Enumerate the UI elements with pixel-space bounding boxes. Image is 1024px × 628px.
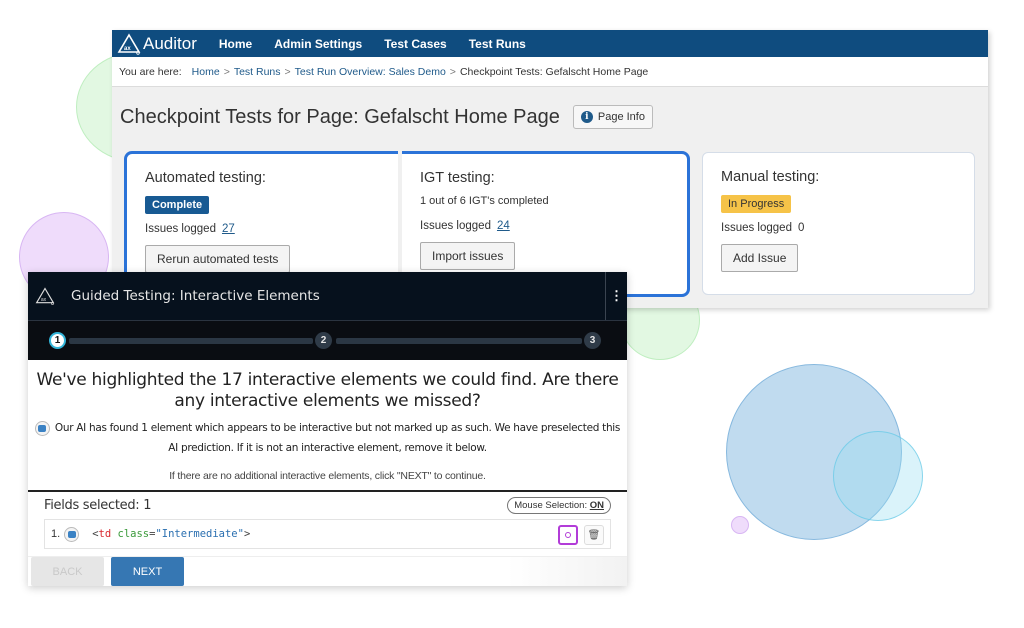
breadcrumb: You are here: Home > Test Runs > Test Ru… (112, 57, 988, 87)
status-badge-in-progress: In Progress (721, 195, 792, 213)
issues-label: Issues logged (721, 222, 792, 234)
guided-testing-body: We've highlighted the 17 interactive ele… (28, 360, 627, 482)
import-issues-button[interactable]: Import issues (420, 242, 516, 270)
guided-testing-header: ax Guided Testing: Interactive Elements … (28, 272, 627, 320)
breadcrumb-test-runs[interactable]: Test Runs (234, 66, 281, 78)
page-title: Checkpoint Tests for Page: Gefalscht Hom… (120, 105, 560, 128)
issues-label: Issues logged (420, 220, 491, 232)
status-badge-complete: Complete (145, 196, 210, 214)
next-button[interactable]: NEXT (111, 557, 184, 586)
manual-testing-card: Manual testing: In Progress Issues logge… (702, 152, 975, 295)
code-tag: td (98, 528, 112, 540)
code-value: "Intermediate" (155, 528, 244, 540)
guided-testing-title: Guided Testing: Interactive Elements (71, 288, 320, 304)
card-title: Manual testing: (721, 169, 820, 185)
mouse-selection-value: ON (589, 500, 604, 511)
issues-count: 0 (797, 222, 805, 234)
auditor-logo[interactable]: ax Auditor (117, 32, 197, 55)
page-title-row: Checkpoint Tests for Page: Gefalscht Hom… (112, 87, 988, 137)
issues-logged: Issues logged 24 (420, 220, 669, 232)
ai-robot-icon (64, 526, 80, 542)
code-bracket: > (243, 528, 251, 540)
field-number: 1. (51, 528, 61, 540)
field-list-item: 1. <td class="Intermediate"> 🗑 (44, 519, 611, 549)
rerun-automated-tests-button[interactable]: Rerun automated tests (145, 245, 291, 273)
field-code: <td class="Intermediate"> (92, 528, 250, 540)
decorative-bubble (731, 516, 749, 534)
target-icon (565, 532, 571, 538)
mouse-selection-label: Mouse Selection: (514, 500, 588, 511)
issues-count-link[interactable]: 27 (222, 223, 235, 235)
breadcrumb-home[interactable]: Home (192, 66, 220, 78)
breadcrumb-test-run-overview[interactable]: Test Run Overview: Sales Demo (295, 66, 446, 78)
svg-text:ax: ax (124, 46, 131, 52)
svg-text:ax: ax (41, 297, 47, 303)
fields-section: Fields selected: 1 Mouse Selection: ON 1… (28, 490, 627, 549)
ax-logo-icon: ax (117, 32, 141, 55)
ax-logo-icon: ax (35, 287, 55, 305)
add-issue-button[interactable]: Add Issue (721, 244, 799, 272)
step-progress: 1 2 3 (28, 320, 627, 360)
card-title: IGT testing: (420, 170, 495, 186)
ai-robot-icon (34, 420, 50, 436)
delete-field-button[interactable]: 🗑 (584, 525, 604, 545)
code-attr: class (117, 528, 150, 540)
info-icon: i (580, 111, 593, 123)
back-button[interactable]: BACK (31, 557, 104, 586)
more-options-icon[interactable]: ⋮ (605, 272, 627, 320)
page-info-button[interactable]: i Page Info (572, 105, 653, 129)
step-connector (336, 338, 582, 344)
decorative-bubble (833, 431, 923, 521)
ai-note: Our AI has found 1 element which appears… (32, 418, 623, 458)
breadcrumb-label: You are here: (119, 65, 182, 78)
breadcrumb-current: Checkpoint Tests: Gefalscht Home Page (459, 65, 649, 78)
card-title: Automated testing: (145, 170, 266, 186)
breadcrumb-separator: > (284, 65, 291, 78)
nav-test-runs[interactable]: Test Runs (469, 37, 526, 51)
issues-label: Issues logged (145, 223, 216, 235)
guided-footer: BACK NEXT (28, 556, 627, 586)
page-info-label: Page Info (597, 111, 645, 123)
issues-logged: Issues logged 27 (145, 223, 380, 235)
mouse-selection-toggle[interactable]: Mouse Selection: ON (507, 497, 611, 514)
logo-text: Auditor (143, 33, 197, 53)
guided-testing-panel: ax Guided Testing: Interactive Elements … (28, 272, 627, 586)
nav-home[interactable]: Home (219, 37, 252, 51)
step-1[interactable]: 1 (49, 332, 66, 349)
nav-test-cases[interactable]: Test Cases (384, 37, 446, 51)
breadcrumb-separator: > (449, 65, 456, 78)
guided-heading: We've highlighted the 17 interactive ele… (36, 370, 619, 411)
igt-progress-text: 1 out of 6 IGT's completed (420, 195, 549, 207)
issues-count-link[interactable]: 24 (497, 220, 510, 232)
breadcrumb-separator: > (223, 65, 230, 78)
guided-hint: If there are no additional interactive e… (169, 470, 486, 482)
step-2[interactable]: 2 (315, 332, 332, 349)
top-nav: ax Auditor Home Admin Settings Test Case… (112, 30, 988, 57)
trash-icon: 🗑 (587, 529, 601, 541)
auditor-window: ax Auditor Home Admin Settings Test Case… (112, 30, 988, 308)
fields-selected-label: Fields selected: 1 (44, 498, 152, 513)
ai-note-text: Our AI has found 1 element which appears… (54, 422, 621, 454)
issues-logged: Issues logged 0 (721, 222, 956, 234)
step-3[interactable]: 3 (584, 332, 601, 349)
locate-element-button[interactable] (558, 525, 578, 545)
step-connector (69, 338, 313, 344)
nav-admin-settings[interactable]: Admin Settings (274, 37, 362, 51)
fields-header: Fields selected: 1 Mouse Selection: ON (44, 497, 611, 514)
